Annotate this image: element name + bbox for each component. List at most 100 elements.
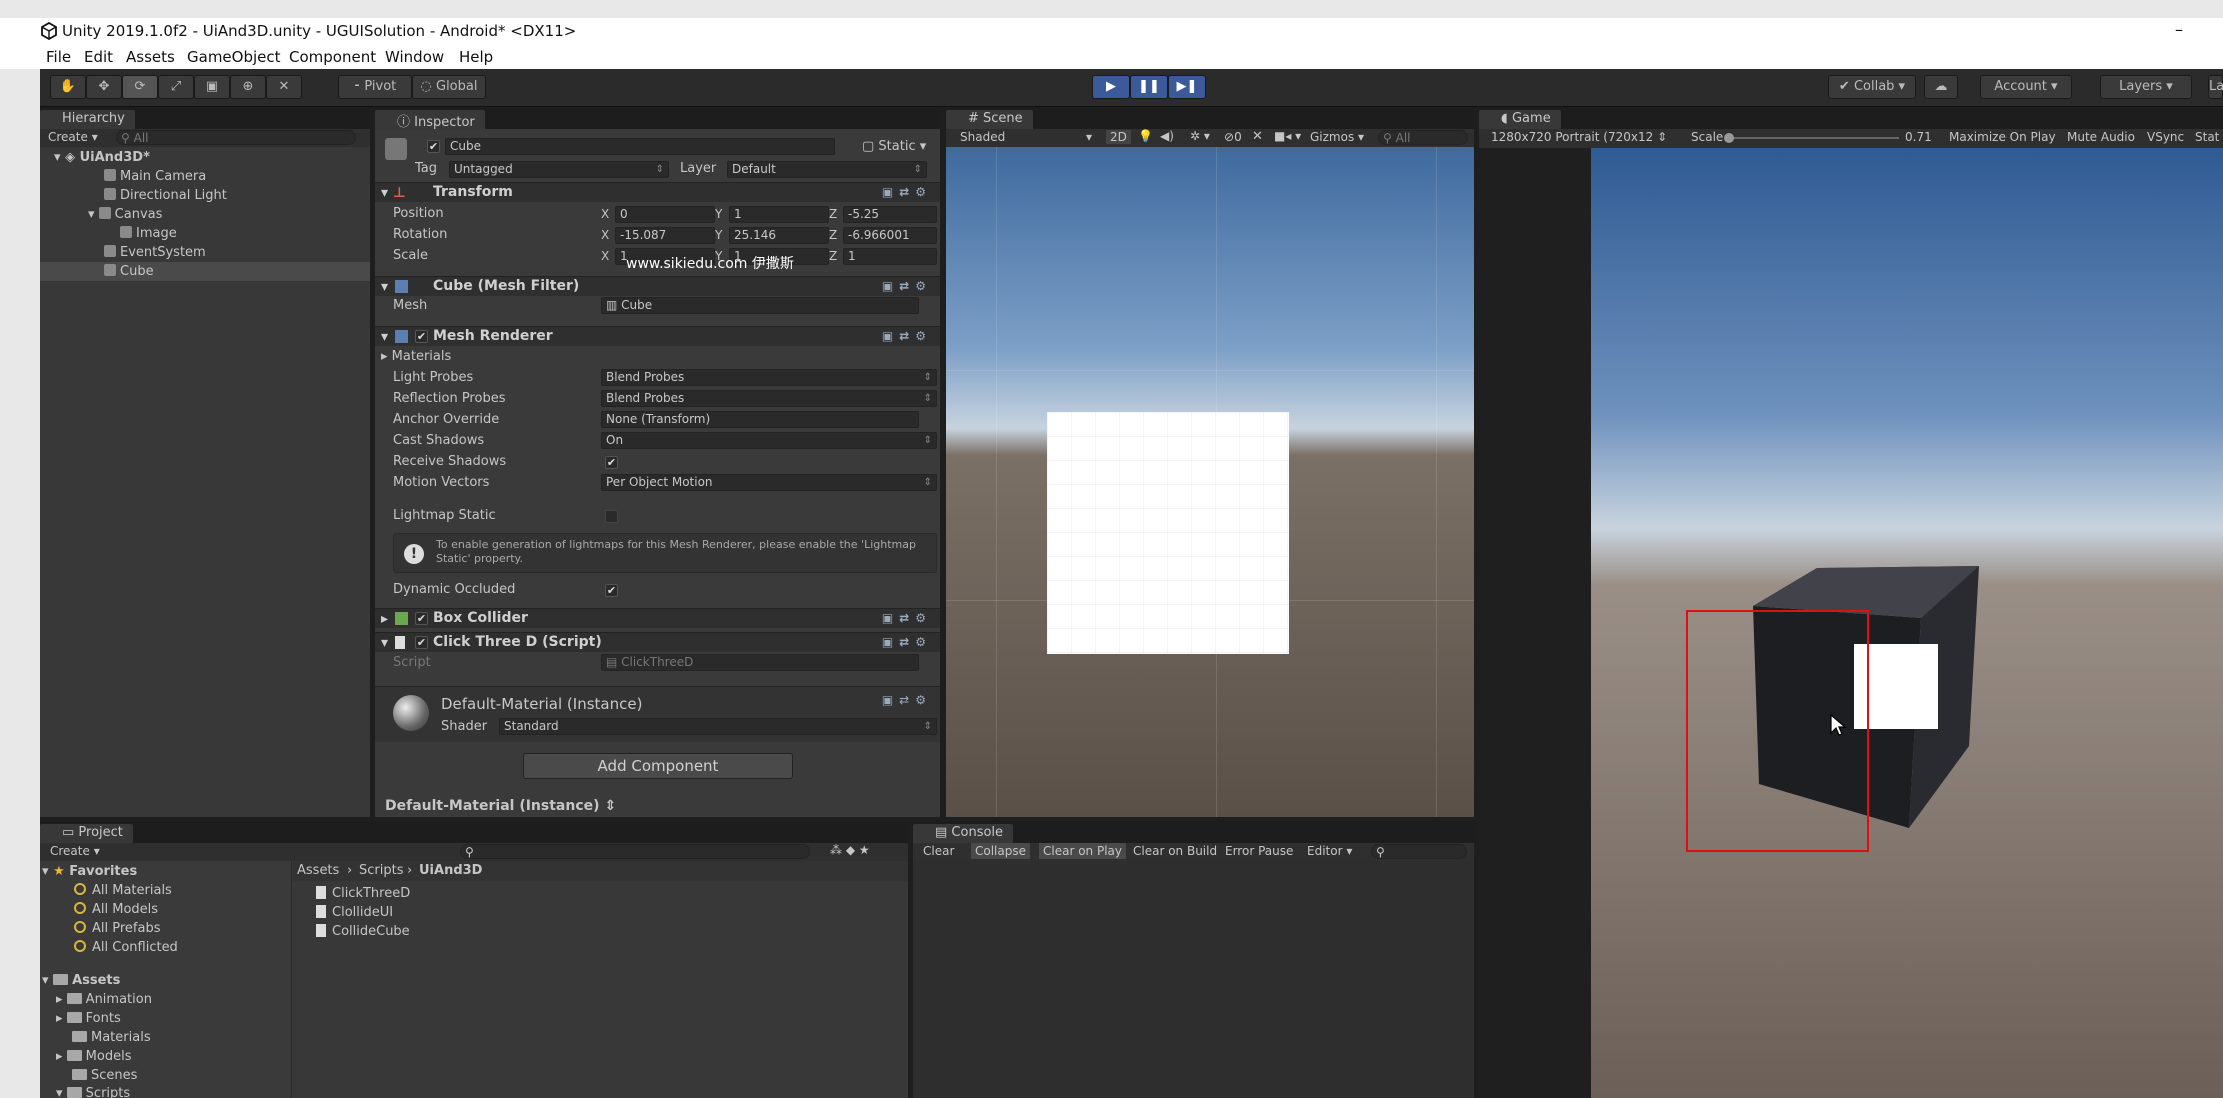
tab-inspector[interactable]: ⓘ Inspector [375, 110, 485, 130]
ui-image-rect[interactable] [1047, 412, 1289, 654]
rotation-z-input[interactable]: -6.966001 [843, 227, 937, 244]
menu-gameobject[interactable]: GameObject [187, 48, 281, 66]
anchor-override-field[interactable]: None (Transform) [601, 411, 919, 428]
console-error-pause-toggle[interactable]: Error Pause [1225, 844, 1293, 858]
reflection-probes-dropdown[interactable]: Blend Probes [601, 390, 937, 407]
rotate-tool-button[interactable]: ⟳ [122, 75, 158, 99]
lighting-toggle[interactable]: 💡 [1138, 129, 1153, 143]
component-menu-icons[interactable]: ▣⇄⚙ [882, 279, 932, 293]
file-clickthreed[interactable]: ClickThreeD [316, 886, 410, 901]
move-tool-button[interactable]: ✥ [86, 75, 122, 99]
console-clear-button[interactable]: Clear [923, 844, 954, 858]
stats-toggle[interactable]: Stat [2195, 130, 2219, 144]
scale-slider-handle[interactable] [1724, 133, 1734, 143]
menu-edit[interactable]: Edit [84, 48, 113, 66]
add-component-button[interactable]: Add Component [523, 753, 793, 779]
resolution-dropdown[interactable]: 1280x720 Portrait (720x12 ⇕ [1491, 130, 1667, 144]
hierarchy-item-image[interactable]: Image [120, 226, 177, 241]
position-y-input[interactable]: 1 [729, 206, 829, 223]
collab-button[interactable]: ✔ Collab ▾ [1828, 75, 1916, 99]
scene-root-item[interactable]: ▾ ◈ UiAnd3D* [54, 150, 150, 165]
tab-hierarchy[interactable]: Hierarchy [40, 110, 135, 129]
scale-slider[interactable] [1724, 133, 1899, 143]
shading-mode-dropdown[interactable]: Shaded [960, 130, 1005, 144]
light-probes-dropdown[interactable]: Blend Probes [601, 369, 937, 386]
object-name-input[interactable]: Cube [445, 138, 835, 155]
receive-shadows-checkbox[interactable]: ✔ [605, 456, 618, 469]
pivot-toggle[interactable]: ⁃ Pivot [338, 75, 412, 99]
menu-help[interactable]: Help [459, 48, 493, 66]
layer-dropdown[interactable]: Default [727, 161, 927, 178]
mesh-renderer-enabled-checkbox[interactable]: ✔ [415, 330, 428, 343]
pause-button[interactable]: ❚❚ [1130, 75, 1168, 99]
scale-z-input[interactable]: 1 [843, 248, 937, 265]
menu-window[interactable]: Window [385, 48, 444, 66]
console-log-area[interactable] [913, 861, 1474, 1098]
shader-dropdown[interactable]: Standard [499, 718, 937, 735]
2d-toggle[interactable]: 2D [1106, 130, 1131, 144]
file-collidecube[interactable]: CollideCube [316, 924, 410, 939]
dynamic-occluded-checkbox[interactable]: ✔ [605, 584, 618, 597]
rect-tool-button[interactable]: ▣ [194, 75, 230, 99]
account-dropdown[interactable]: Account ▾ [1980, 75, 2072, 99]
maximize-on-play-toggle[interactable]: Maximize On Play [1949, 130, 2056, 144]
folder-materials[interactable]: Materials [72, 1030, 151, 1045]
static-toggle[interactable]: ▢ Static ▾ [862, 139, 926, 154]
mesh-filter-header[interactable]: ▾ Cube (Mesh Filter) ▣⇄⚙ [375, 276, 940, 296]
gizmos-dropdown[interactable]: Gizmos ▾ [1310, 130, 1364, 144]
folder-models[interactable]: ▸ Models [56, 1049, 131, 1064]
transform-tool-button[interactable]: ⊕ [230, 75, 266, 99]
vsync-toggle[interactable]: VSync [2147, 130, 2184, 144]
folder-scripts[interactable]: ▾ Scripts [56, 1086, 130, 1098]
rotation-y-input[interactable]: 25.146 [729, 227, 829, 244]
fav-all-materials[interactable]: All Materials [74, 883, 172, 898]
menu-component[interactable]: Component [289, 48, 376, 66]
mesh-object-field[interactable]: ▥ Cube [601, 297, 919, 314]
scale-tool-button[interactable]: ⤢ [158, 75, 194, 99]
project-create-button[interactable]: Create ▾ [50, 844, 100, 858]
folder-animation[interactable]: ▸ Animation [56, 992, 152, 1007]
tab-project[interactable]: ▭ Project [40, 824, 133, 843]
tools-toggle[interactable]: ✕ [1252, 129, 1263, 144]
cloud-button[interactable]: ☁ [1924, 75, 1958, 99]
audio-toggle[interactable]: ◀) [1160, 129, 1174, 143]
hidden-objects-toggle[interactable]: ⊘0 [1224, 130, 1242, 144]
minimize-button[interactable]: – [2175, 20, 2183, 39]
effects-toggle[interactable]: ✲ ▾ [1190, 129, 1210, 143]
folder-fonts[interactable]: ▸ Fonts [56, 1011, 121, 1026]
custom-tool-button[interactable]: ✕ [266, 75, 302, 99]
hierarchy-create-button[interactable]: Create ▾ [48, 130, 98, 144]
transform-header[interactable]: ▾ ⊥ Transform ▣⇄⚙ [375, 182, 940, 202]
tag-dropdown[interactable]: Untagged [449, 161, 669, 178]
hierarchy-item-cube[interactable]: Cube [40, 262, 370, 281]
favorites-foldout[interactable]: ▾ ★ Favorites [42, 864, 137, 879]
hierarchy-item-eventsystem[interactable]: EventSystem [104, 245, 206, 260]
component-menu-icons[interactable]: ▣⇄⚙ [882, 329, 932, 343]
tab-console[interactable]: ▤ Console [913, 824, 1014, 843]
menu-file[interactable]: File [46, 48, 71, 66]
script-enabled-checkbox[interactable]: ✔ [415, 636, 428, 649]
camera-settings-toggle[interactable]: ■◂ ▾ [1274, 129, 1301, 143]
hierarchy-item-main-camera[interactable]: Main Camera [104, 169, 206, 184]
console-clear-on-play-toggle[interactable]: Clear on Play [1039, 843, 1126, 859]
fav-all-conflicted[interactable]: All Conflicted [74, 940, 178, 955]
click-three-d-header[interactable]: ▾ ✔ Click Three D (Script) ▣⇄⚙ [375, 632, 940, 652]
motion-vectors-dropdown[interactable]: Per Object Motion [601, 474, 937, 491]
layers-dropdown[interactable]: Layers ▾ [2100, 75, 2192, 99]
step-button[interactable]: ▶❚ [1168, 75, 1206, 99]
component-menu-icons[interactable]: ▣⇄⚙ [882, 635, 932, 649]
console-clear-on-build-toggle[interactable]: Clear on Build [1133, 844, 1217, 858]
scene-viewport[interactable] [946, 147, 1474, 817]
lightmap-static-checkbox[interactable] [605, 510, 618, 523]
active-checkbox[interactable]: ✔ [427, 140, 440, 153]
play-button[interactable]: ▶ [1092, 75, 1130, 99]
menu-assets[interactable]: Assets [126, 48, 175, 66]
cast-shadows-dropdown[interactable]: On [601, 432, 937, 449]
fav-all-models[interactable]: All Models [74, 902, 158, 917]
layout-dropdown[interactable]: La [2208, 75, 2223, 99]
component-menu-icons[interactable]: ▣⇄⚙ [882, 185, 932, 199]
assets-foldout[interactable]: ▾ Assets [42, 973, 120, 988]
project-search-input[interactable]: ⚲ [460, 844, 810, 859]
global-toggle[interactable]: ◌ Global [412, 75, 486, 99]
hierarchy-item-canvas[interactable]: ▾ Canvas [88, 207, 162, 222]
